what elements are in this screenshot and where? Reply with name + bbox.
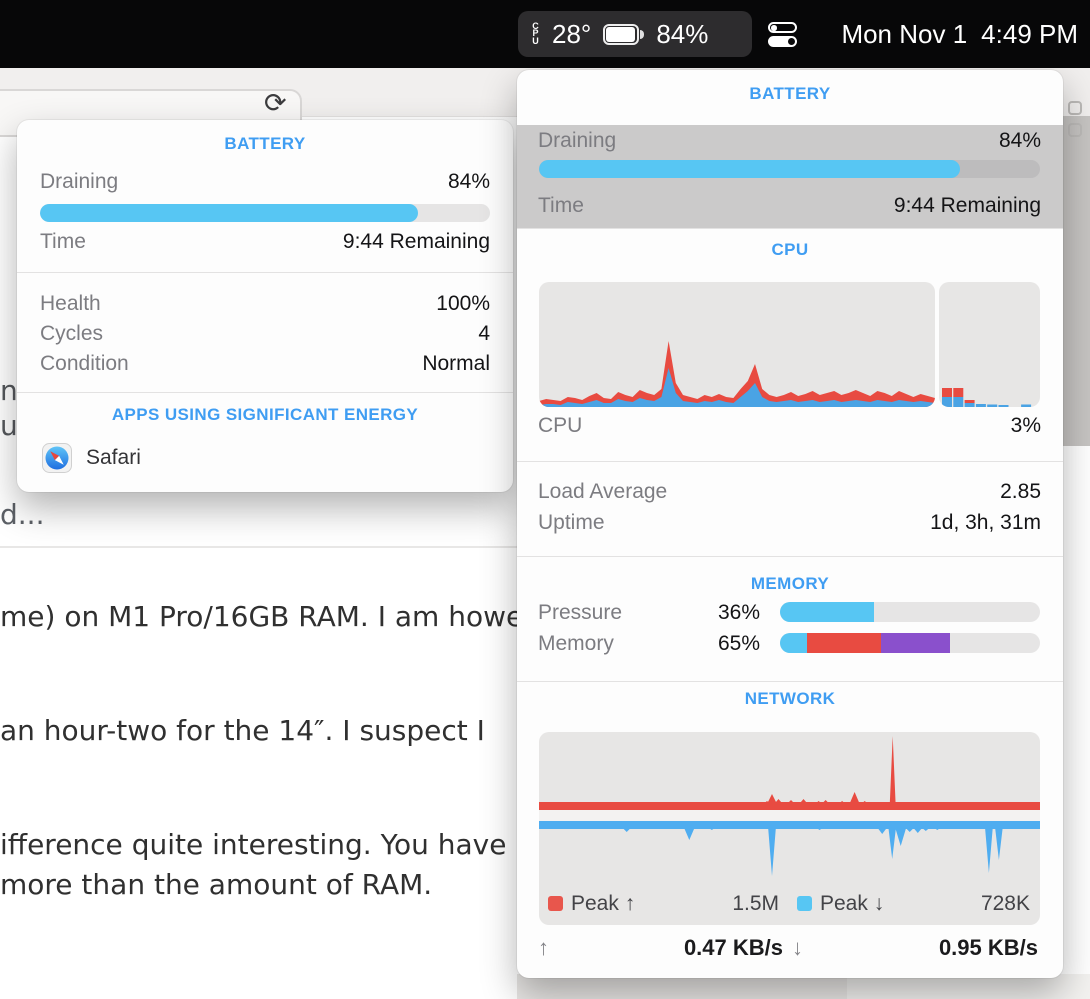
upload-arrow-icon: ↑ xyxy=(538,935,549,961)
battery-icon-fill xyxy=(606,27,635,42)
cpu-history-chart xyxy=(539,282,935,407)
memory-pressure-row: Pressure 36% xyxy=(538,600,1041,624)
network-header: NETWORK xyxy=(517,689,1063,709)
memory-value: 65% xyxy=(688,632,760,656)
memory-label: Memory xyxy=(538,632,614,656)
battery-time-row: Time 9:44 Remaining xyxy=(40,230,490,254)
memory-bar xyxy=(780,633,1040,653)
download-rate: 0.95 KB/s xyxy=(878,935,1038,961)
divider xyxy=(517,681,1063,682)
date-text: Mon Nov 1 xyxy=(841,19,967,50)
cycles-label: Cycles xyxy=(40,322,103,346)
memory-header: MEMORY xyxy=(517,574,1063,594)
toolbar-button-icon[interactable] xyxy=(1068,101,1082,115)
control-center-icon[interactable] xyxy=(768,22,797,47)
battery-state-row: Draining 84% xyxy=(40,170,490,194)
battery-progress-bar xyxy=(40,204,490,222)
app-list-item-safari[interactable]: Safari xyxy=(42,442,141,474)
peak-up-swatch xyxy=(548,896,563,911)
divider xyxy=(517,461,1063,462)
uptime-value: 1d, 3h, 31m xyxy=(930,511,1041,535)
page-divider xyxy=(0,546,520,548)
istat-menus-panel: BATTERY Draining 84% Time 9:44 Remaining… xyxy=(517,70,1063,978)
upload-rate: 0.47 KB/s xyxy=(633,935,783,961)
divider xyxy=(517,556,1063,557)
network-history-chart: Peak ↑ 1.5M Peak ↓ 728K xyxy=(539,732,1040,925)
state-value: 84% xyxy=(448,170,490,194)
network-rates-row: ↑ 0.47 KB/s ↓ 0.95 KB/s xyxy=(538,935,1041,965)
condition-row: Condition Normal xyxy=(40,352,490,376)
time-text: 4:49 PM xyxy=(981,19,1078,50)
download-arrow-icon: ↓ xyxy=(792,935,803,961)
cycles-row: Cycles 4 xyxy=(40,322,490,346)
battery-state-row: Draining 84% xyxy=(538,129,1041,153)
cpu-stacked-label: CPU xyxy=(531,23,540,46)
network-legend: Peak ↑ 1.5M Peak ↓ 728K xyxy=(539,892,1040,918)
pressure-label: Pressure xyxy=(538,601,622,625)
battery-progress-bar xyxy=(539,160,1040,178)
battery-header: BATTERY xyxy=(517,84,1063,104)
battery-popover: BATTERY Draining 84% Time 9:44 Remaining… xyxy=(17,120,513,492)
state-value: 84% xyxy=(999,129,1041,153)
time-label: Time xyxy=(538,194,584,218)
cycles-value: 4 xyxy=(478,322,490,346)
peak-down-swatch xyxy=(797,896,812,911)
cpu-cores-chart xyxy=(939,282,1040,407)
peak-up-label: Peak ↑ xyxy=(571,892,635,916)
peak-down-value: 728K xyxy=(930,892,1030,916)
battery-time-row: Time 9:44 Remaining xyxy=(538,194,1041,218)
reload-icon[interactable]: ⟳ xyxy=(264,88,287,119)
pressure-bar xyxy=(780,602,1040,622)
cpu-temperature: 28° xyxy=(552,19,591,50)
memory-usage-row: Memory 65% xyxy=(538,631,1041,655)
app-name: Safari xyxy=(86,446,141,470)
cpu-header: CPU xyxy=(517,240,1063,260)
safari-icon xyxy=(42,443,72,473)
page-gray-region xyxy=(1063,116,1090,446)
toolbar-button-icon[interactable] xyxy=(1068,123,1082,137)
load-average-row: Load Average 2.85 xyxy=(538,480,1041,504)
time-value: 9:44 Remaining xyxy=(894,194,1041,218)
page-text-line: more than the amount of RAM. xyxy=(0,868,432,901)
cpu-label: CPU xyxy=(538,414,582,438)
page-text-line: ifference quite interesting. You have xyxy=(0,828,506,861)
load-label: Load Average xyxy=(538,480,667,504)
page-text-line: an hour-two for the 14″. I suspect I xyxy=(0,714,485,747)
divider xyxy=(17,272,513,273)
apps-energy-header: APPS USING SIGNIFICANT ENERGY xyxy=(17,405,513,425)
state-label: Draining xyxy=(40,170,118,194)
menu-bar: CPU 28° 84% Mon Nov 1 4:49 PM xyxy=(0,0,1090,68)
condition-value: Normal xyxy=(422,352,490,376)
time-label: Time xyxy=(40,230,86,254)
page-text-fragment: d... xyxy=(0,498,44,531)
cpu-value: 3% xyxy=(1011,414,1041,438)
condition-label: Condition xyxy=(40,352,129,376)
health-label: Health xyxy=(40,292,101,316)
cpu-usage-row: CPU 3% xyxy=(538,414,1041,438)
peak-down-label: Peak ↓ xyxy=(820,892,884,916)
divider xyxy=(17,392,513,393)
divider xyxy=(517,228,1063,229)
state-label: Draining xyxy=(538,129,616,153)
pressure-value: 36% xyxy=(688,601,760,625)
uptime-label: Uptime xyxy=(538,511,605,535)
battery-percent: 84% xyxy=(656,19,708,50)
health-row: Health 100% xyxy=(40,292,490,316)
health-value: 100% xyxy=(436,292,490,316)
istat-menubar-item[interactable]: CPU 28° 84% xyxy=(518,11,752,57)
battery-header: BATTERY xyxy=(17,134,513,154)
menu-bar-clock[interactable]: Mon Nov 1 4:49 PM xyxy=(841,0,1078,68)
screen: ⟳ na ur d... me) on M1 Pro/16GB RAM. I a… xyxy=(0,0,1090,999)
load-value: 2.85 xyxy=(1000,480,1041,504)
page-text-line: me) on M1 Pro/16GB RAM. I am howeve xyxy=(0,600,557,633)
peak-up-value: 1.5M xyxy=(679,892,779,916)
uptime-row: Uptime 1d, 3h, 31m xyxy=(538,511,1041,535)
battery-icon xyxy=(603,24,644,45)
time-value: 9:44 Remaining xyxy=(343,230,490,254)
